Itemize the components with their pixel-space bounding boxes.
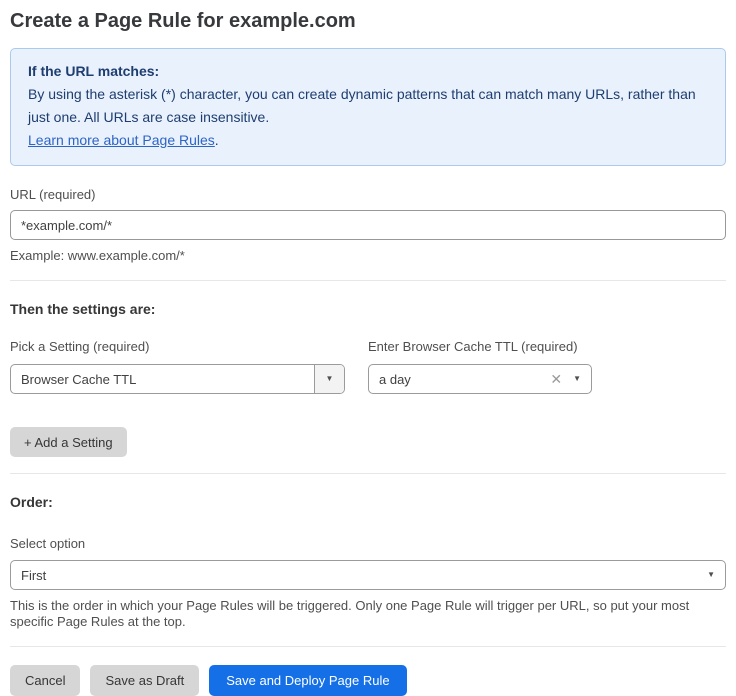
url-input[interactable] — [10, 210, 726, 240]
caret-down-icon: ▼ — [707, 571, 715, 579]
ttl-picker-value: a day — [369, 372, 550, 387]
setting-picker-dropdown-button[interactable]: ▼ — [314, 365, 344, 393]
setting-picker-column: Pick a Setting (required) Browser Cache … — [10, 339, 345, 394]
order-select[interactable]: First ▼ — [10, 560, 726, 590]
ttl-picker-label: Enter Browser Cache TTL (required) — [368, 339, 592, 354]
order-section-heading: Order: — [10, 494, 726, 510]
divider-settings-order — [10, 473, 726, 474]
url-example-helper: Example: www.example.com/* — [10, 248, 726, 264]
save-as-draft-button[interactable]: Save as Draft — [90, 665, 199, 696]
cancel-button[interactable]: Cancel — [10, 665, 80, 696]
clear-icon[interactable]: ✕ — [550, 372, 562, 386]
info-box-link-line: Learn more about Page Rules. — [28, 129, 708, 152]
add-setting-button[interactable]: + Add a Setting — [10, 427, 127, 457]
info-box-heading: If the URL matches: — [28, 60, 708, 83]
settings-row: Pick a Setting (required) Browser Cache … — [10, 339, 726, 394]
setting-picker-value: Browser Cache TTL — [11, 372, 314, 387]
ttl-picker-column: Enter Browser Cache TTL (required) a day… — [368, 339, 592, 394]
order-select-label: Select option — [10, 536, 726, 551]
setting-picker-label: Pick a Setting (required) — [10, 339, 345, 354]
caret-down-icon: ▼ — [573, 375, 581, 383]
url-match-info-box: If the URL matches: By using the asteris… — [10, 48, 726, 166]
setting-picker-select[interactable]: Browser Cache TTL ▼ — [10, 364, 345, 394]
info-box-body: By using the asterisk (*) character, you… — [28, 83, 708, 129]
caret-down-icon: ▼ — [326, 375, 334, 383]
divider-order-actions — [10, 646, 726, 647]
ttl-picker-select[interactable]: a day ✕ ▼ — [368, 364, 592, 394]
order-helper-text: This is the order in which your Page Rul… — [10, 598, 726, 630]
divider-url-settings — [10, 280, 726, 281]
action-button-row: Cancel Save as Draft Save and Deploy Pag… — [10, 665, 726, 696]
learn-more-link[interactable]: Learn more about Page Rules — [28, 132, 215, 148]
settings-section-heading: Then the settings are: — [10, 301, 726, 317]
order-select-value: First — [11, 568, 707, 583]
url-field-label: URL (required) — [10, 187, 726, 202]
link-period: . — [215, 132, 219, 148]
page-title: Create a Page Rule for example.com — [10, 10, 726, 33]
save-and-deploy-button[interactable]: Save and Deploy Page Rule — [209, 665, 406, 696]
